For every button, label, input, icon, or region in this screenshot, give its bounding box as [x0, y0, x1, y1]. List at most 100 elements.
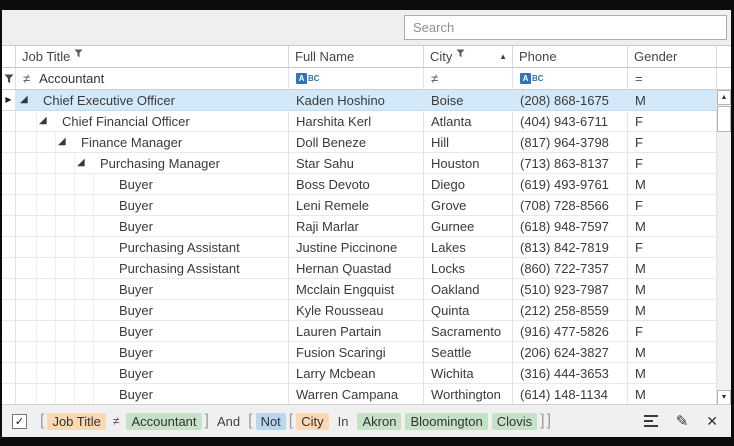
cell-full-name[interactable]: Hernan Quastad [289, 258, 424, 278]
cell-job-title[interactable]: Buyer [16, 279, 289, 299]
expand-node-icon[interactable]: ◢ [77, 158, 85, 168]
cell-job-title[interactable]: Buyer [16, 195, 289, 215]
cell-city[interactable]: Seattle [424, 342, 513, 362]
cell-city[interactable]: Quinta [424, 300, 513, 320]
filter-value[interactable]: Accountant [39, 71, 104, 86]
column-header-phone[interactable]: Phone [513, 46, 628, 67]
table-row[interactable]: Buyer Warren Campana Worthington (614) 1… [2, 384, 717, 404]
filter-enabled-checkbox[interactable]: ✓ [12, 414, 27, 429]
cell-city[interactable]: Locks [424, 258, 513, 278]
cell-gender[interactable]: M [628, 342, 717, 362]
filter-cell-job-title[interactable]: ≠ Accountant [16, 68, 289, 89]
table-row[interactable]: Buyer Leni Remele Grove (708) 728-8566 F [2, 195, 717, 216]
filter-cell-gender[interactable]: = [628, 68, 717, 89]
search-input[interactable] [404, 15, 727, 40]
cell-phone[interactable]: (713) 863-8137 [513, 153, 628, 173]
filter-token-value[interactable]: Bloomington [405, 413, 487, 430]
cell-phone[interactable]: (404) 943-6711 [513, 111, 628, 131]
filter-cell-city[interactable]: ≠ [424, 68, 513, 89]
cell-full-name[interactable]: Kyle Rousseau [289, 300, 424, 320]
vertical-scrollbar[interactable]: ▲ ▼ [717, 90, 731, 404]
cell-gender[interactable]: F [628, 321, 717, 341]
filter-token-not[interactable]: Not [256, 413, 286, 430]
filter-token-keyword[interactable]: And [217, 414, 240, 429]
cell-job-title[interactable]: ◢ Chief Executive Officer [16, 90, 289, 110]
filter-icon[interactable] [74, 49, 83, 58]
column-header-full-name[interactable]: Full Name [289, 46, 424, 67]
cell-phone[interactable]: (618) 948-7597 [513, 216, 628, 236]
cell-city[interactable]: Gurnee [424, 216, 513, 236]
table-row[interactable]: Buyer Boss Devoto Diego (619) 493-9761 M [2, 174, 717, 195]
cell-full-name[interactable]: Larry Mcbean [289, 363, 424, 383]
table-row[interactable]: ◢ Chief Financial Officer Harshita Kerl … [2, 111, 717, 132]
cell-phone[interactable]: (916) 477-5826 [513, 321, 628, 341]
column-header-job-title[interactable]: Job Title [16, 46, 289, 67]
table-row[interactable]: Purchasing Assistant Hernan Quastad Lock… [2, 258, 717, 279]
not-equal-operator-icon[interactable]: ≠ [431, 71, 438, 86]
table-row[interactable]: ◢ Purchasing Manager Star Sahu Houston (… [2, 153, 717, 174]
cell-gender[interactable]: M [628, 363, 717, 383]
cell-city[interactable]: Grove [424, 195, 513, 215]
filter-cell-full-name[interactable]: A BC [289, 68, 424, 89]
cell-city[interactable]: Atlanta [424, 111, 513, 131]
column-header-city[interactable]: City ▲ [424, 46, 513, 67]
cell-full-name[interactable]: Kaden Hoshino [289, 90, 424, 110]
cell-phone[interactable]: (206) 624-3827 [513, 342, 628, 362]
filter-token-field[interactable]: Job Title [47, 413, 105, 430]
cell-full-name[interactable]: Fusion Scaringi [289, 342, 424, 362]
cell-full-name[interactable]: Mcclain Engquist [289, 279, 424, 299]
expand-node-icon[interactable]: ◢ [39, 116, 47, 126]
filter-icon[interactable] [456, 49, 465, 58]
cell-phone[interactable]: (817) 964-3798 [513, 132, 628, 152]
table-row[interactable]: Buyer Raji Marlar Gurnee (618) 948-7597 … [2, 216, 717, 237]
table-row[interactable]: Buyer Lauren Partain Sacramento (916) 47… [2, 321, 717, 342]
cell-job-title[interactable]: Purchasing Assistant [16, 258, 289, 278]
table-row[interactable]: ◢ Finance Manager Doll Beneze Hill (817)… [2, 132, 717, 153]
cell-full-name[interactable]: Harshita Kerl [289, 111, 424, 131]
cell-phone[interactable]: (708) 728-8566 [513, 195, 628, 215]
filter-token-operator[interactable]: ≠ [113, 414, 120, 428]
cell-phone[interactable]: (860) 722-7357 [513, 258, 628, 278]
scroll-down-button[interactable]: ▼ [717, 390, 731, 404]
cell-phone[interactable]: (316) 444-3653 [513, 363, 628, 383]
cell-city[interactable]: Boise [424, 90, 513, 110]
table-row[interactable]: Buyer Kyle Rousseau Quinta (212) 258-855… [2, 300, 717, 321]
filter-token-value[interactable]: Accountant [126, 413, 201, 430]
cell-city[interactable]: Lakes [424, 237, 513, 257]
cell-phone[interactable]: (212) 258-8559 [513, 300, 628, 320]
cell-job-title[interactable]: Purchasing Assistant [16, 237, 289, 257]
expand-node-icon[interactable]: ◢ [20, 95, 28, 105]
cell-full-name[interactable]: Star Sahu [289, 153, 424, 173]
cell-phone[interactable]: (619) 493-9761 [513, 174, 628, 194]
cell-phone[interactable]: (614) 148-1134 [513, 384, 628, 404]
cell-city[interactable]: Worthington [424, 384, 513, 404]
filter-cell-phone[interactable]: A BC [513, 68, 628, 89]
cell-city[interactable]: Hill [424, 132, 513, 152]
cell-phone[interactable]: (208) 868-1675 [513, 90, 628, 110]
filter-token-value[interactable]: Akron [357, 413, 401, 430]
cell-full-name[interactable]: Justine Piccinone [289, 237, 424, 257]
filter-token-field[interactable]: City [296, 413, 328, 430]
cell-full-name[interactable]: Raji Marlar [289, 216, 424, 236]
cell-full-name[interactable]: Leni Remele [289, 195, 424, 215]
abc-criteria-icon[interactable]: A BC [520, 73, 544, 84]
cell-job-title[interactable]: Buyer [16, 300, 289, 320]
expand-node-icon[interactable]: ◢ [58, 137, 66, 147]
cell-gender[interactable]: M [628, 300, 717, 320]
cell-gender[interactable]: M [628, 258, 717, 278]
table-row[interactable]: ▶ ◢ Chief Executive Officer Kaden Hoshin… [2, 90, 717, 111]
table-row[interactable]: Buyer Mcclain Engquist Oakland (510) 923… [2, 279, 717, 300]
cell-city[interactable]: Diego [424, 174, 513, 194]
cell-city[interactable]: Houston [424, 153, 513, 173]
cell-gender[interactable]: M [628, 279, 717, 299]
cell-full-name[interactable]: Boss Devoto [289, 174, 424, 194]
abc-criteria-icon[interactable]: A BC [296, 73, 320, 84]
cell-city[interactable]: Wichita [424, 363, 513, 383]
edit-filter-icon[interactable]: ✎ [676, 412, 689, 430]
cell-job-title[interactable]: Buyer [16, 321, 289, 341]
cell-job-title[interactable]: Buyer [16, 216, 289, 236]
cell-full-name[interactable]: Lauren Partain [289, 321, 424, 341]
table-row[interactable]: Buyer Larry Mcbean Wichita (316) 444-365… [2, 363, 717, 384]
scrollbar-thumb[interactable] [717, 106, 731, 132]
cell-job-title[interactable]: Buyer [16, 342, 289, 362]
